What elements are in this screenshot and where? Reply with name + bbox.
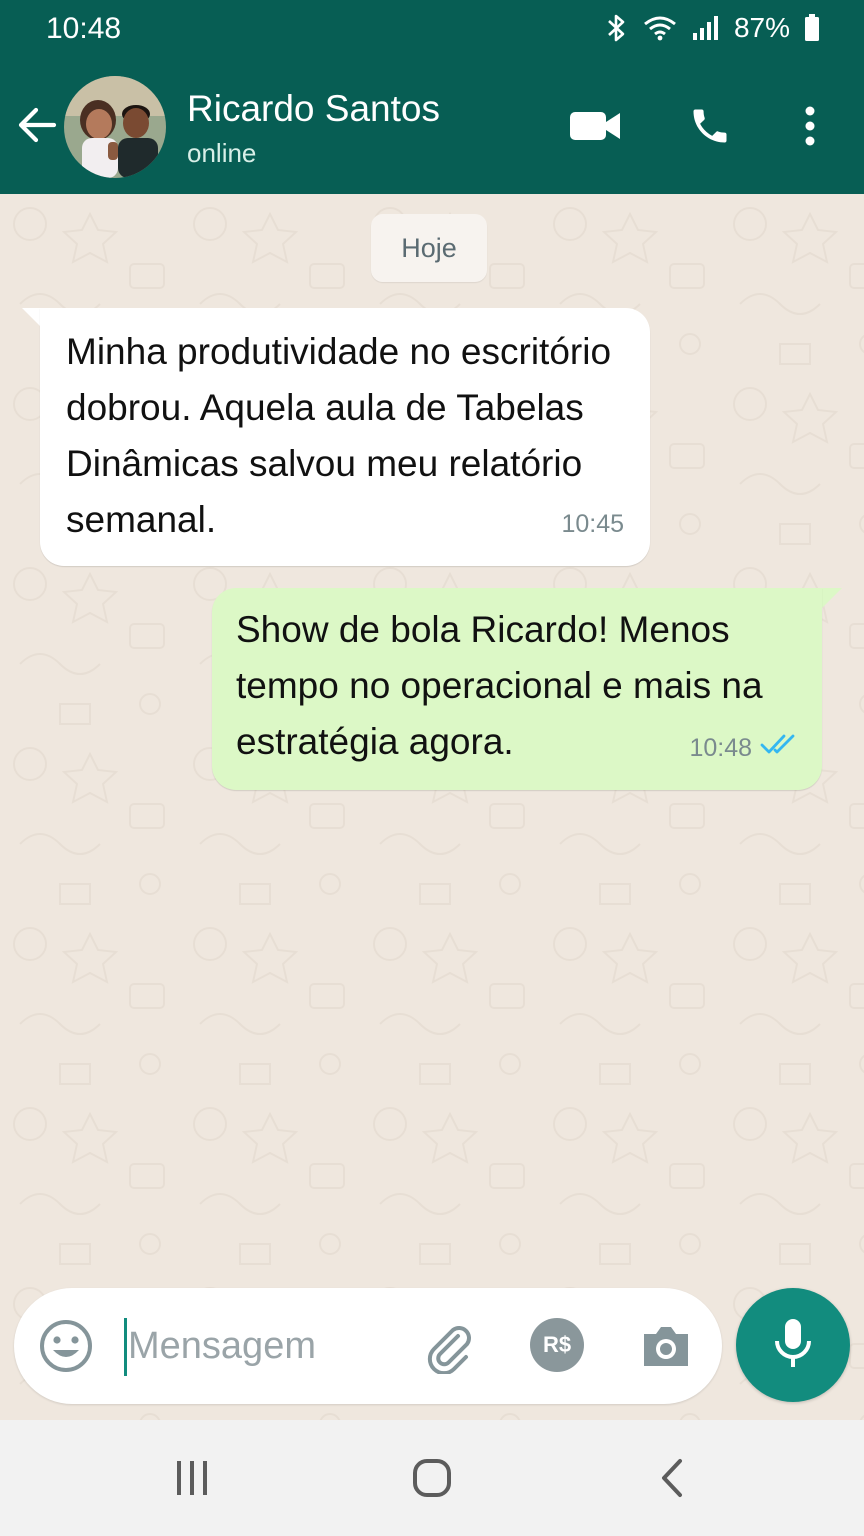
payment-icon[interactable]: R$ (530, 1318, 584, 1372)
camera-icon[interactable] (638, 1318, 694, 1374)
contact-status: online (187, 138, 257, 168)
back-arrow-icon[interactable] (14, 102, 60, 148)
wifi-icon (642, 14, 678, 42)
battery-percent: 87% (733, 12, 790, 43)
system-nav-bar (0, 1420, 864, 1536)
status-icons: 87% (606, 12, 820, 44)
app-header-region: 10:48 87% Ricardo Santos online (0, 0, 864, 194)
back-icon[interactable] (654, 1456, 690, 1500)
phone-icon[interactable] (682, 96, 738, 156)
message-composer: R$ (14, 1288, 722, 1404)
contact-name[interactable]: Ricardo Santos (187, 88, 440, 130)
battery-icon (804, 14, 820, 42)
home-icon[interactable] (410, 1456, 454, 1500)
status-bar: 10:48 87% (0, 0, 864, 60)
message-time: 10:48 (689, 734, 752, 762)
message-time: 10:45 (561, 510, 624, 538)
incoming-bubble-tail (22, 308, 42, 328)
bluetooth-icon (606, 13, 628, 43)
text-caret (124, 1318, 127, 1376)
date-chip: Hoje (371, 214, 487, 282)
mic-icon (773, 1317, 813, 1374)
chat-area[interactable]: Hoje Minha produtividade no escritório d… (0, 194, 864, 1420)
more-vert-icon[interactable] (792, 96, 828, 156)
outgoing-message[interactable]: Show de bola Ricardo! Menos tempo no ope… (212, 588, 822, 790)
status-time: 10:48 (46, 12, 122, 45)
read-receipt-icon (760, 716, 798, 772)
recents-icon[interactable] (170, 1456, 214, 1500)
signal-icon (692, 15, 720, 41)
message-text: Minha produtividade no escritório dobrou… (66, 331, 612, 540)
mic-button[interactable] (736, 1288, 850, 1402)
emoji-icon[interactable] (38, 1318, 94, 1374)
incoming-message[interactable]: Minha produtividade no escritório dobrou… (40, 308, 650, 566)
video-call-icon[interactable] (564, 96, 628, 156)
chat-header: Ricardo Santos online (0, 60, 864, 194)
avatar[interactable] (64, 76, 166, 178)
message-input[interactable] (128, 1316, 388, 1376)
attach-icon[interactable] (420, 1318, 476, 1376)
outgoing-bubble-tail (822, 588, 842, 608)
